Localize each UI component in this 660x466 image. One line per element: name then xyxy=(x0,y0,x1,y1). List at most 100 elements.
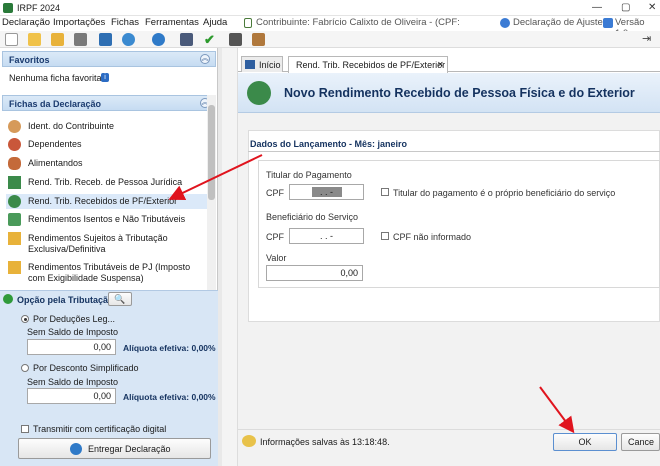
cancel-button[interactable]: Cance xyxy=(621,433,660,451)
deducoes-label: Por Deduções Leg... xyxy=(33,314,116,324)
menu-fichas[interactable]: Fichas xyxy=(111,17,139,28)
valor-label: Valor xyxy=(266,253,287,263)
check-icon[interactable]: ✔ xyxy=(204,32,215,48)
tipo-declaracao: Declaração de Ajuste xyxy=(513,17,603,28)
dependents-icon xyxy=(8,138,21,151)
favoritos-header[interactable]: Favoritos ︽ xyxy=(2,51,216,67)
sidebar-item-label: Rendimentos Sujeitos à Tributação Exclus… xyxy=(28,233,168,254)
valor-input[interactable]: 0,00 xyxy=(266,265,363,281)
folder-icon[interactable] xyxy=(51,33,64,46)
titular-cpf-label: CPF xyxy=(266,188,284,198)
sidebar-item-label: Dependentes xyxy=(28,139,82,149)
scrollbar-thumb[interactable] xyxy=(208,105,215,200)
sidebar-item-rend-pj[interactable]: Rend. Trib. Receb. de Pessoa Jurídica xyxy=(6,175,210,190)
fichas-header[interactable]: Fichas da Declaração ︽ xyxy=(2,95,216,111)
calculator-icon[interactable] xyxy=(229,33,242,46)
sidebar-scrollbar[interactable] xyxy=(207,95,216,290)
person-icon xyxy=(8,120,21,133)
side-strip xyxy=(222,48,238,466)
info-icon[interactable]: i xyxy=(101,73,109,82)
tax-option-icon xyxy=(3,294,13,304)
save-status: Informações salvas às 13:18:48. xyxy=(260,437,390,447)
beneficiario-cpf-input[interactable]: . . - xyxy=(289,228,364,244)
sidebar-item-label: Alimentandos xyxy=(28,158,83,168)
menu-ajuda[interactable]: Ajuda xyxy=(203,17,227,28)
menu-bar: Declaração Importações Fichas Ferramenta… xyxy=(0,16,660,39)
new-file-icon[interactable] xyxy=(5,33,18,46)
section-title: Dados do Lançamento - Mês: janeiro xyxy=(250,139,408,149)
tab-inicio[interactable]: Início xyxy=(241,56,283,72)
titular-cpf-value: . . - xyxy=(320,187,333,197)
cpf-nao-informado-checkbox[interactable] xyxy=(381,232,389,240)
people-icon xyxy=(8,157,21,170)
deducoes-subtitle: Sem Saldo de Imposto xyxy=(27,327,119,337)
income-pf-icon xyxy=(8,195,21,208)
menu-importacoes[interactable]: Importações xyxy=(53,17,105,28)
tab-label: Rend. Trib. Recebidos de PF/Exterior xyxy=(296,60,446,70)
search-icon: 🔍 xyxy=(114,294,126,304)
exit-icon[interactable]: ⇥ xyxy=(642,32,651,45)
globe-icon[interactable] xyxy=(152,33,165,46)
form-header: Novo Rendimento Recebido de Pessoa Físic… xyxy=(238,73,660,113)
tab-label: Início xyxy=(259,60,281,70)
radio-deducoes[interactable] xyxy=(21,315,29,323)
trash-icon[interactable] xyxy=(74,33,87,46)
sidebar-item-ident-contribuinte[interactable]: Ident. do Contribuinte xyxy=(6,119,210,134)
beneficiario-label: Beneficiário do Serviço xyxy=(266,212,359,222)
certificado-checkbox[interactable] xyxy=(21,425,29,433)
deducoes-value-field: 0,00 xyxy=(27,339,116,355)
save-status-icon xyxy=(242,435,256,447)
certificado-label: Transmitir com certificação digital xyxy=(33,424,167,434)
sync-icon[interactable] xyxy=(122,33,135,46)
tributacao-title: Opção pela Tributação: xyxy=(17,295,117,305)
ok-button[interactable]: OK xyxy=(553,433,617,451)
open-folder-icon[interactable] xyxy=(28,33,41,46)
title-bar: IRPF 2024 — ▢ ✕ xyxy=(0,0,660,16)
sidebar-item-rend-exclusiva[interactable]: Rendimentos Sujeitos à Tributação Exclus… xyxy=(6,231,210,257)
titular-cpf-input[interactable]: . . - xyxy=(289,184,364,200)
favoritos-title: Favoritos xyxy=(9,55,50,65)
print-icon[interactable] xyxy=(180,33,193,46)
sidebar-item-label: Rendimentos Tributáveis de PJ (Imposto c… xyxy=(28,262,191,283)
menu-ferramentas[interactable]: Ferramentas xyxy=(145,17,199,28)
tab-rend-pf[interactable]: Rend. Trib. Recebidos de PF/Exterior ✕ xyxy=(288,56,448,73)
sidebar-item-rend-suspensa[interactable]: Rendimentos Tributáveis de PJ (Imposto c… xyxy=(6,260,210,286)
sidebar-item-label: Rend. Trib. Recebidos de PF/Exterior xyxy=(28,196,178,206)
form-title: Novo Rendimento Recebido de Pessoa Físic… xyxy=(284,86,635,100)
warning-icon xyxy=(8,232,21,245)
tab-bar: Início Rend. Trib. Recebidos de PF/Exter… xyxy=(238,56,660,73)
search-button[interactable]: 🔍 xyxy=(108,292,132,306)
sidebar-item-label: Rend. Trib. Receb. de Pessoa Jurídica xyxy=(28,177,183,187)
sidebar-item-alimentandos[interactable]: Alimentandos xyxy=(6,156,210,171)
book-icon[interactable] xyxy=(252,33,265,46)
menu-declaracao[interactable]: Declaração xyxy=(2,17,50,28)
radio-simplificado[interactable] xyxy=(21,364,29,372)
lock-icon xyxy=(244,18,252,28)
simplificado-aliquota: Alíquota efetiva: 0,00% xyxy=(123,392,216,402)
import-icon[interactable] xyxy=(99,33,112,46)
sidebar-item-rend-pf-exterior[interactable]: Rend. Trib. Recebidos de PF/Exterior xyxy=(6,194,210,209)
versao-icon xyxy=(603,18,613,28)
maximize-icon[interactable]: ▢ xyxy=(621,2,630,13)
close-tab-icon[interactable]: ✕ xyxy=(437,60,444,69)
home-icon xyxy=(245,60,255,69)
close-icon[interactable]: ✕ xyxy=(648,2,656,13)
income-pj-icon xyxy=(8,176,21,189)
titular-label: Titular do Pagamento xyxy=(266,170,352,180)
collapse-up-icon[interactable]: ︽ xyxy=(200,54,210,64)
toolbar: ✔ ⇥ xyxy=(0,31,660,48)
warning-icon xyxy=(8,261,21,274)
fichas-title: Fichas da Declaração xyxy=(9,99,102,109)
entregar-declaracao-button[interactable]: Entregar Declaração xyxy=(18,438,211,459)
titular-beneficiario-checkbox[interactable] xyxy=(381,188,389,196)
sidebar-item-dependentes[interactable]: Dependentes xyxy=(6,137,210,152)
simplificado-subtitle: Sem Saldo de Imposto xyxy=(27,377,119,387)
beneficiario-cpf-label: CPF xyxy=(266,232,284,242)
minimize-icon[interactable]: — xyxy=(592,2,602,13)
favoritos-empty: Nenhuma ficha favorita xyxy=(9,73,102,83)
declaracao-icon xyxy=(500,18,510,28)
cpf-nao-informado-label: CPF não informado xyxy=(393,232,472,242)
contribuinte-info: Contribuinte: Fabrício Calixto de Olivei… xyxy=(256,17,460,28)
sidebar-item-rend-isentos[interactable]: Rendimentos Isentos e Não Tributáveis xyxy=(6,212,210,227)
entregar-label: Entregar Declaração xyxy=(88,444,171,454)
